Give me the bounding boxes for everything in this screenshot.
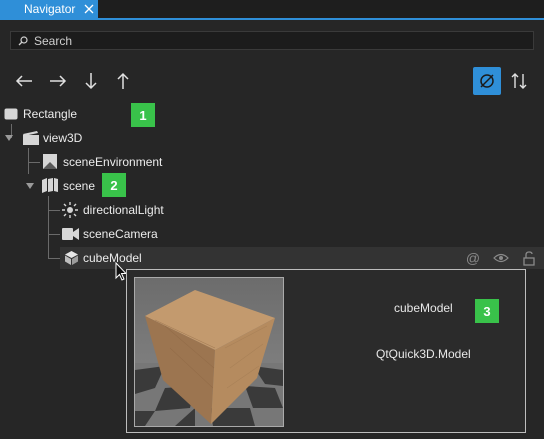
callout-badge: 1	[131, 103, 155, 127]
arrow-right-icon	[50, 75, 67, 87]
model-preview-image	[134, 277, 284, 427]
model-icon	[65, 251, 78, 265]
arrow-left-icon	[15, 75, 32, 87]
rectangle-icon	[4, 108, 18, 120]
light-icon	[62, 202, 78, 218]
tree-row-cube-model[interactable]: cubeModel @	[60, 247, 544, 269]
camera-icon	[62, 228, 79, 240]
tree-row-scene-environment[interactable]: sceneEnvironment	[0, 151, 544, 173]
navigator-tab-label: Navigator	[24, 2, 76, 16]
filter-toggle-button[interactable]	[473, 67, 501, 95]
arrow-up-icon	[117, 72, 129, 89]
move-down-button[interactable]	[78, 68, 104, 94]
tooltip-id: cubeModel	[394, 301, 453, 315]
tree-row-scene-camera[interactable]: sceneCamera	[0, 223, 544, 245]
expand-arrow-icon[interactable]	[5, 135, 13, 141]
tree-row-view3d[interactable]: view3D	[0, 127, 544, 149]
view3d-icon	[23, 131, 39, 145]
at-icon: @	[465, 250, 481, 266]
scene-environment-icon	[43, 154, 57, 169]
unlock-icon	[523, 250, 535, 266]
tree-row-label: scene	[63, 179, 96, 193]
callout-badge: 2	[102, 173, 126, 197]
node-preview-tooltip: cubeModel QtQuick3D.Model	[126, 269, 526, 433]
navigator-tab[interactable]: Navigator	[0, 0, 98, 18]
search-input[interactable]	[34, 33, 514, 48]
eye-icon	[493, 253, 509, 263]
filter-off-icon	[480, 74, 494, 88]
tree-row-label: cubeModel	[83, 251, 142, 265]
callout-badge: 3	[475, 299, 499, 323]
sort-icon	[511, 73, 527, 89]
tooltip-type: QtQuick3D.Model	[376, 347, 471, 361]
tree-connector	[48, 258, 60, 259]
close-icon[interactable]	[82, 1, 96, 17]
expand-arrow-icon[interactable]	[26, 183, 34, 189]
move-right-button[interactable]	[45, 68, 71, 94]
tree-row-rectangle[interactable]: Rectangle	[0, 103, 544, 125]
panel-tab-bar: Navigator	[0, 0, 544, 20]
arrow-down-icon	[85, 73, 97, 90]
tree-row-scene[interactable]: scene	[0, 175, 544, 197]
tree-row-label: view3D	[43, 131, 83, 145]
tree-row-directional-light[interactable]: directionalLight	[0, 199, 544, 221]
sort-button[interactable]	[506, 68, 532, 94]
tree-row-label: sceneEnvironment	[63, 155, 163, 169]
tree-row-label: Rectangle	[23, 107, 78, 121]
move-left-button[interactable]	[11, 68, 37, 94]
move-up-button[interactable]	[110, 68, 136, 94]
scene-node-icon	[42, 178, 58, 193]
lock-toggle[interactable]	[521, 250, 537, 266]
search-icon	[18, 35, 28, 45]
alias-export-toggle[interactable]: @	[465, 250, 481, 266]
tree-row-label: sceneCamera	[83, 227, 158, 241]
search-field[interactable]	[10, 31, 534, 50]
tree-row-label: directionalLight	[83, 203, 164, 217]
visibility-toggle[interactable]	[493, 250, 509, 266]
